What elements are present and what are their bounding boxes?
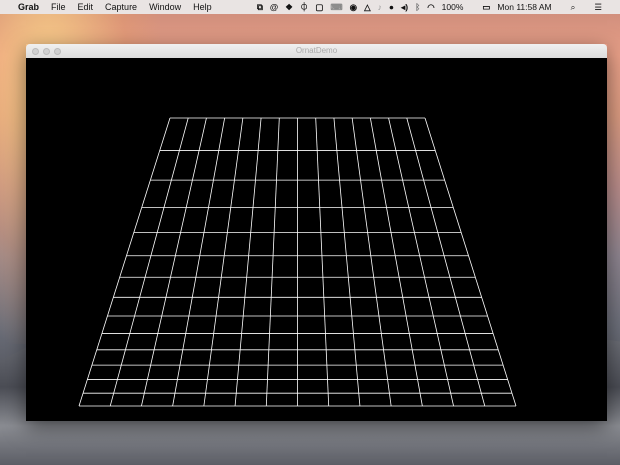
close-button[interactable] (32, 48, 39, 55)
bluetooth-icon[interactable]: ᛒ (415, 2, 420, 12)
grid-column-line (333, 117, 361, 407)
status-tray: ⧉ @ ❖ ⏀ ▢ ⌨ ◉ △ ♪ ● ◂) ᛒ ◠ 100% ▭ Mon 11… (257, 0, 614, 14)
grid-column-line (424, 117, 517, 407)
robot-icon[interactable]: ⏀ (300, 1, 309, 13)
battery-icon[interactable]: ▭ (482, 2, 490, 13)
bell-icon[interactable]: ♪ (378, 2, 382, 12)
drive-icon[interactable]: △ (364, 2, 371, 13)
battery-percent[interactable]: 100% (442, 2, 464, 12)
grid-column-line (234, 117, 262, 407)
menu-file[interactable]: File (51, 2, 66, 12)
minimize-button[interactable] (43, 48, 50, 55)
title-bar[interactable]: OrnatDemo (26, 44, 607, 58)
grid-column-line (265, 117, 280, 407)
grid-column-line (369, 117, 423, 407)
grid-column-line (351, 117, 392, 407)
window-icon[interactable]: ▢ (315, 2, 323, 13)
menu-capture[interactable]: Capture (105, 2, 137, 12)
app-window: OrnatDemo (26, 44, 607, 421)
menu-window[interactable]: Window (149, 2, 181, 12)
grid-column-line (203, 117, 244, 407)
clock[interactable]: Mon 11:58 AM (497, 2, 551, 12)
copy-icon[interactable]: ⧉ (257, 2, 263, 13)
volume-icon[interactable]: ◂) (401, 2, 408, 13)
menu-edit[interactable]: Edit (78, 2, 94, 12)
send-icon[interactable]: ◉ (350, 2, 357, 13)
render-canvas[interactable] (26, 58, 607, 421)
at-icon[interactable]: @ (270, 2, 278, 12)
menu-bar: Grab File Edit Capture Window Help ⧉ @ ❖… (0, 0, 620, 14)
menu-app[interactable]: Grab (18, 2, 39, 12)
grid-column-line (141, 117, 207, 407)
balloon-icon[interactable]: ● (389, 2, 394, 12)
zoom-button[interactable] (54, 48, 61, 55)
keyboard-icon[interactable]: ⌨ (330, 2, 342, 13)
window-title: OrnatDemo (295, 46, 338, 55)
list-icon[interactable]: ☰ (594, 2, 602, 13)
perspective-grid (78, 117, 517, 407)
wifi-icon[interactable]: ◠ (427, 2, 434, 13)
grid-column-line (172, 117, 226, 407)
grid-column-line (388, 117, 454, 407)
search-icon[interactable]: ⌕ (571, 2, 576, 13)
dropbox-icon[interactable]: ❖ (285, 2, 293, 13)
grid-column-line (78, 117, 171, 407)
grid-column-line (109, 117, 189, 407)
grid-column-line (315, 117, 330, 407)
menu-help[interactable]: Help (193, 2, 212, 12)
grid-column-line (406, 117, 486, 407)
